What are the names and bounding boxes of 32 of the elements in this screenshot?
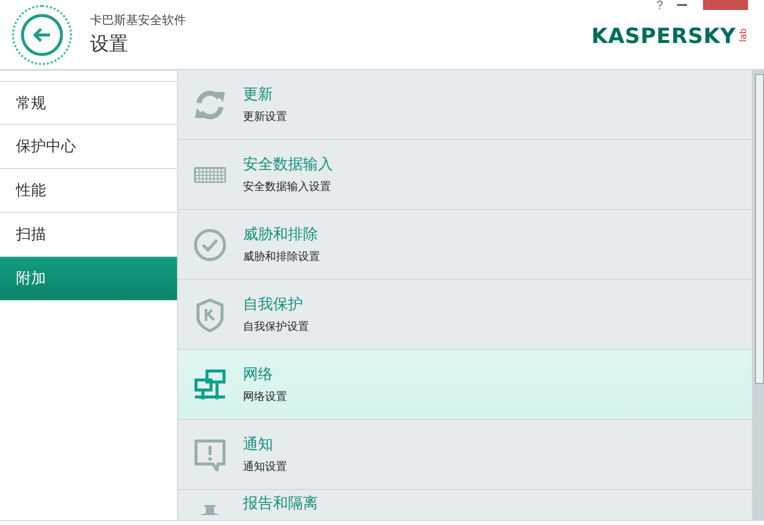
- section-title: 网络: [243, 365, 274, 384]
- sidebar-item[interactable]: 常规: [0, 81, 177, 125]
- section-title: 威胁和排除: [243, 225, 319, 244]
- section-subtitle: 威胁和排除设置: [243, 249, 320, 264]
- settings-section[interactable]: 网络 网络设置: [178, 350, 752, 420]
- scrollbar[interactable]: [752, 70, 764, 520]
- network-icon: [193, 368, 227, 402]
- section-subtitle: 安全数据输入设置: [243, 179, 332, 194]
- page-title: 设置: [90, 32, 129, 57]
- section-title: 自我保护: [243, 295, 304, 314]
- section-subtitle: 网络设置: [243, 389, 287, 404]
- help-button[interactable]: ?: [656, 0, 663, 10]
- section-subtitle: 更新设置: [243, 109, 287, 124]
- settings-section[interactable]: 通知 通知设置: [178, 420, 752, 490]
- settings-section[interactable]: 威胁和排除 威胁和排除设置: [178, 210, 752, 280]
- section-title: 通知: [243, 435, 274, 454]
- logo-suffix: lab: [738, 30, 750, 42]
- logo-text: KASPERSKY: [591, 24, 736, 48]
- scrollbar-thumb[interactable]: [755, 74, 764, 384]
- sidebar-item[interactable]: 附加: [0, 257, 177, 301]
- section-subtitle: 自我保护设置: [243, 319, 309, 334]
- back-arrow-icon: [32, 26, 52, 42]
- section-subtitle: 通知设置: [243, 459, 287, 474]
- product-name: 卡巴斯基安全软件: [90, 12, 186, 29]
- settings-section[interactable]: 更新 更新设置: [178, 70, 752, 140]
- section-title: 报告和隔离: [243, 494, 318, 513]
- refresh-icon: [193, 88, 227, 122]
- section-title: 安全数据输入: [243, 155, 333, 174]
- section-title: 更新: [243, 85, 274, 104]
- settings-section[interactable]: 安全数据输入 安全数据输入设置: [178, 140, 752, 210]
- check-circle-icon: [193, 228, 227, 262]
- alert-bubble-icon: [193, 438, 227, 472]
